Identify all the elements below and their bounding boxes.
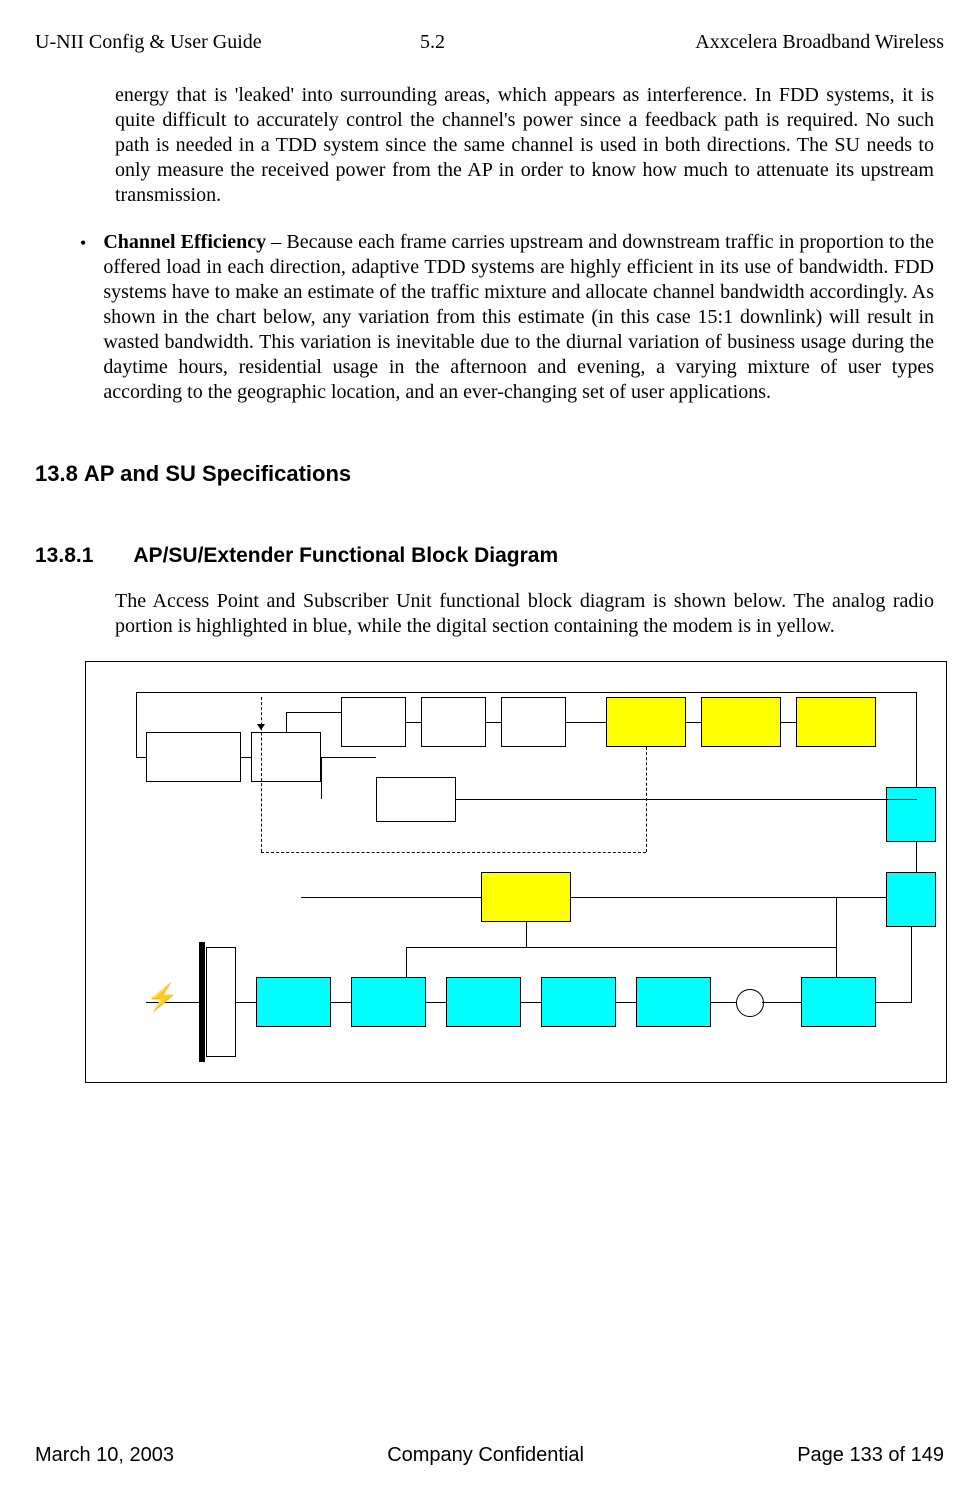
connector-bar xyxy=(199,942,205,1062)
block-yellow xyxy=(796,697,876,747)
section-title: AP and SU Specifications xyxy=(84,460,351,488)
header-left: U-NII Config & User Guide xyxy=(35,30,262,55)
block xyxy=(376,777,456,822)
block xyxy=(501,697,566,747)
block xyxy=(146,732,241,782)
paragraph-energy: energy that is 'leaked' into surrounding… xyxy=(115,83,934,208)
block-yellow xyxy=(701,697,781,747)
subsection-heading-13-8-1: 13.8.1 AP/SU/Extender Functional Block D… xyxy=(35,543,944,569)
block-tall xyxy=(206,947,236,1057)
block xyxy=(341,697,406,747)
block-cyan xyxy=(886,787,936,842)
block-diagram: ⚡ xyxy=(85,661,947,1083)
page-header: U-NII Config & User Guide Axxcelera Broa… xyxy=(35,30,944,55)
header-right: Axxcelera Broadband Wireless xyxy=(695,30,944,55)
bolt-icon: ⚡ xyxy=(146,982,178,1015)
block-cyan xyxy=(541,977,616,1027)
bullet-lead: Channel Efficiency xyxy=(103,231,266,253)
block-yellow xyxy=(606,697,686,747)
block-cyan xyxy=(801,977,876,1027)
page-footer: March 10, 2003 Company Confidential Page… xyxy=(35,1443,944,1468)
footer-center: Company Confidential xyxy=(387,1443,584,1468)
section-heading-13-8: 13.8 AP and SU Specifications xyxy=(35,460,944,488)
header-center: 5.2 xyxy=(420,30,445,55)
subsection-title: AP/SU/Extender Functional Block Diagram xyxy=(133,543,558,569)
footer-right: Page 133 of 149 xyxy=(797,1443,944,1468)
circle-node xyxy=(736,989,764,1017)
block-yellow xyxy=(481,872,571,922)
bullet-text: Channel Efficiency – Because each frame … xyxy=(103,230,934,405)
bullet-channel-efficiency: • Channel Efficiency – Because each fram… xyxy=(80,230,934,405)
block-cyan xyxy=(886,872,936,927)
paragraph-block-diagram: The Access Point and Subscriber Unit fun… xyxy=(115,589,934,639)
section-number: 13.8 xyxy=(35,460,78,488)
subsection-number: 13.8.1 xyxy=(35,543,93,569)
block-cyan xyxy=(636,977,711,1027)
block-cyan xyxy=(256,977,331,1027)
block-cyan xyxy=(446,977,521,1027)
bullet-rest: – Because each frame carries upstream an… xyxy=(103,231,934,403)
block-cyan xyxy=(351,977,426,1027)
footer-left: March 10, 2003 xyxy=(35,1443,174,1468)
block xyxy=(421,697,486,747)
bullet-marker: • xyxy=(80,230,86,405)
